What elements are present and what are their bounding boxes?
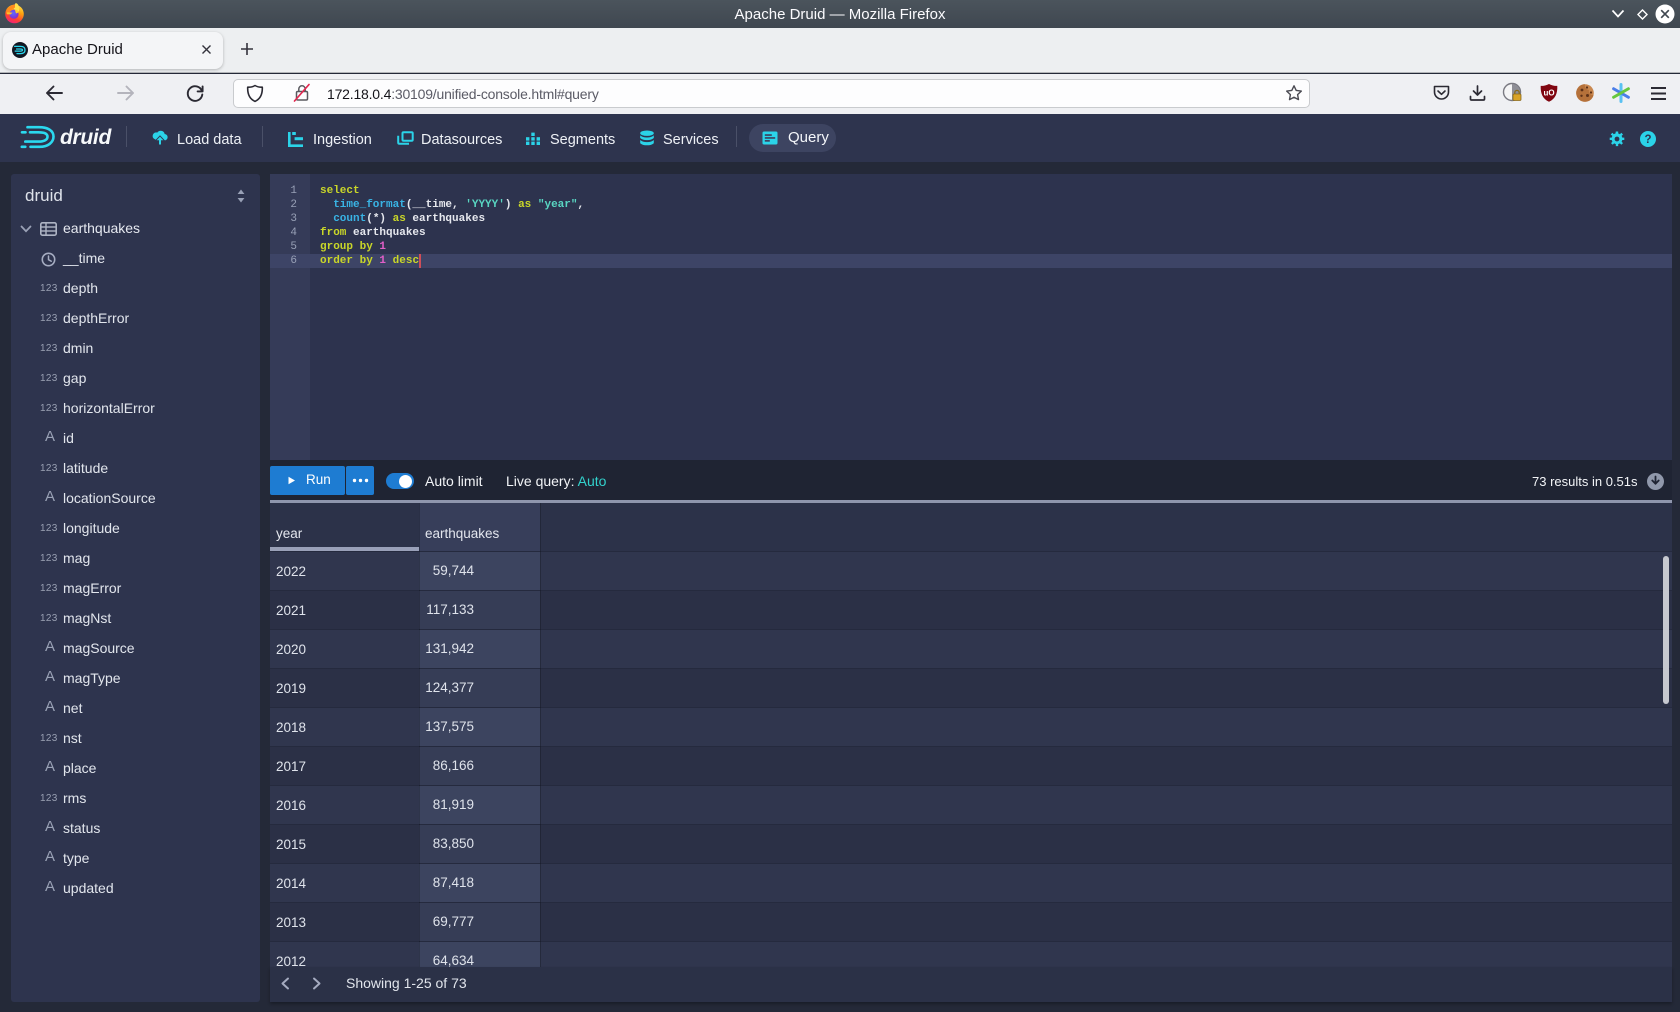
svg-text:uO: uO (1543, 89, 1554, 98)
svg-text:?: ? (1644, 134, 1651, 146)
